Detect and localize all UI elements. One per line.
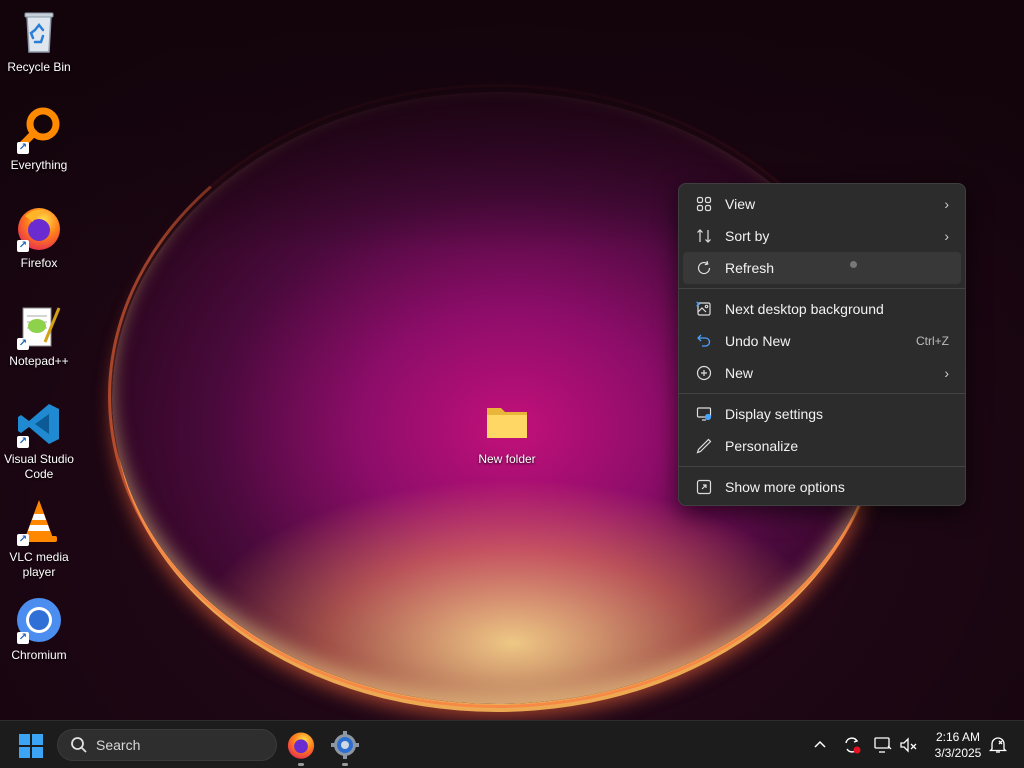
taskbar-clock[interactable]: 2:16 AM 3/3/2025: [926, 729, 990, 761]
desktop-context-menu: View › Sort by › Refresh Next desktop ba…: [678, 183, 966, 506]
shortcut-arrow-icon: ↗: [17, 240, 29, 252]
menu-item-label: Refresh: [725, 260, 775, 276]
menu-item-label: View: [725, 196, 756, 212]
chromium-icon: ↗: [15, 596, 63, 644]
shortcut-arrow-icon: ↗: [17, 632, 29, 644]
mouse-cursor-dot: [850, 261, 857, 268]
menu-item-label: Undo New: [725, 333, 791, 349]
menu-item-view[interactable]: View ›: [683, 188, 961, 220]
display-settings-icon: [695, 405, 713, 423]
desktop-icon-label: Everything: [10, 158, 68, 172]
menu-item-label: Display settings: [725, 406, 824, 422]
desktop-icon-label: Notepad++: [9, 354, 69, 368]
desktop-icon-firefox[interactable]: ↗ Firefox: [0, 204, 78, 271]
folder-icon: [483, 400, 531, 448]
chevron-right-icon: ›: [944, 196, 949, 212]
settings-gear-icon: [331, 731, 359, 759]
refresh-icon: [695, 259, 713, 277]
view-grid-icon: [695, 195, 713, 213]
desktop-icon-label: Visual Studio Code: [4, 452, 74, 481]
menu-item-label: Personalize: [725, 438, 799, 454]
menu-item-next-background[interactable]: Next desktop background: [683, 293, 961, 325]
menu-item-show-more-options[interactable]: Show more options: [683, 471, 961, 503]
menu-item-personalize[interactable]: Personalize: [683, 430, 961, 462]
menu-separator: [679, 288, 965, 289]
vlc-icon: ↗: [15, 498, 63, 546]
chevron-right-icon: ›: [944, 228, 949, 244]
recycle-bin-icon: [15, 8, 63, 56]
search-icon: [70, 736, 88, 754]
running-indicator: [298, 763, 304, 766]
personalize-pen-icon: [695, 437, 713, 455]
desktop-icon-chromium[interactable]: ↗ Chromium: [0, 596, 78, 663]
menu-item-new[interactable]: New ›: [683, 357, 961, 389]
chevron-right-icon: ›: [944, 365, 949, 381]
desktop-icon-label: Chromium: [11, 648, 67, 662]
desktop-icon-new-folder[interactable]: New folder: [468, 400, 546, 467]
everything-search-icon: ↗: [15, 106, 63, 154]
firefox-icon: ↗: [15, 204, 63, 252]
windows-start-icon[interactable]: [18, 733, 44, 759]
menu-item-refresh[interactable]: Refresh: [683, 252, 961, 284]
sync-alert-icon[interactable]: [842, 735, 862, 755]
shortcut-arrow-icon: ↗: [17, 436, 29, 448]
menu-separator: [679, 466, 965, 467]
taskbar: Search 2:16 AM 3/3/2025: [0, 720, 1024, 768]
desktop-icon-vlc[interactable]: ↗ VLC media player: [0, 498, 78, 580]
desktop-icon-label: VLC media player: [9, 550, 69, 579]
volume-muted-icon[interactable]: [899, 735, 919, 755]
menu-item-label: New: [725, 365, 754, 381]
desktop-icon-vscode[interactable]: ↗ Visual Studio Code: [0, 400, 78, 482]
network-monitor-icon[interactable]: [873, 735, 893, 755]
notepad-plus-plus-icon: ↗: [15, 302, 63, 350]
menu-item-shortcut: Ctrl+Z: [916, 334, 949, 348]
search-placeholder: Search: [96, 737, 141, 753]
taskbar-app-firefox[interactable]: [286, 730, 316, 766]
menu-item-label: Sort by: [725, 228, 770, 244]
desktop-icon-recycle-bin[interactable]: Recycle Bin: [0, 8, 78, 75]
desktop-icon-label: Firefox: [20, 256, 58, 270]
running-indicator: [342, 763, 348, 766]
taskbar-search-box[interactable]: Search: [57, 729, 277, 761]
menu-item-sort-by[interactable]: Sort by ›: [683, 220, 961, 252]
desktop-icon-label: Recycle Bin: [7, 60, 71, 74]
clock-date: 3/3/2025: [934, 746, 982, 760]
notification-icon[interactable]: [988, 735, 1008, 755]
shortcut-arrow-icon: ↗: [17, 142, 29, 154]
clock-time: 2:16 AM: [935, 730, 981, 744]
desktop-icon-label: New folder: [478, 452, 536, 466]
new-plus-icon: [695, 364, 713, 382]
chevron-up-icon[interactable]: [810, 735, 830, 755]
menu-item-undo-new[interactable]: Undo New Ctrl+Z: [683, 325, 961, 357]
next-background-icon: [695, 300, 713, 318]
sort-icon: [695, 227, 713, 245]
firefox-icon: [287, 732, 315, 759]
shortcut-arrow-icon: ↗: [17, 338, 29, 350]
taskbar-app-settings[interactable]: [330, 730, 360, 766]
desktop-icon-everything[interactable]: ↗ Everything: [0, 106, 78, 173]
menu-separator: [679, 393, 965, 394]
menu-item-label: Show more options: [725, 479, 845, 495]
shortcut-arrow-icon: ↗: [17, 534, 29, 546]
show-more-options-icon: [695, 478, 713, 496]
vscode-icon: ↗: [15, 400, 63, 448]
undo-icon: [695, 332, 713, 350]
menu-item-label: Next desktop background: [725, 301, 884, 317]
menu-item-display-settings[interactable]: Display settings: [683, 398, 961, 430]
desktop-icon-notepadpp[interactable]: ↗ Notepad++: [0, 302, 78, 369]
